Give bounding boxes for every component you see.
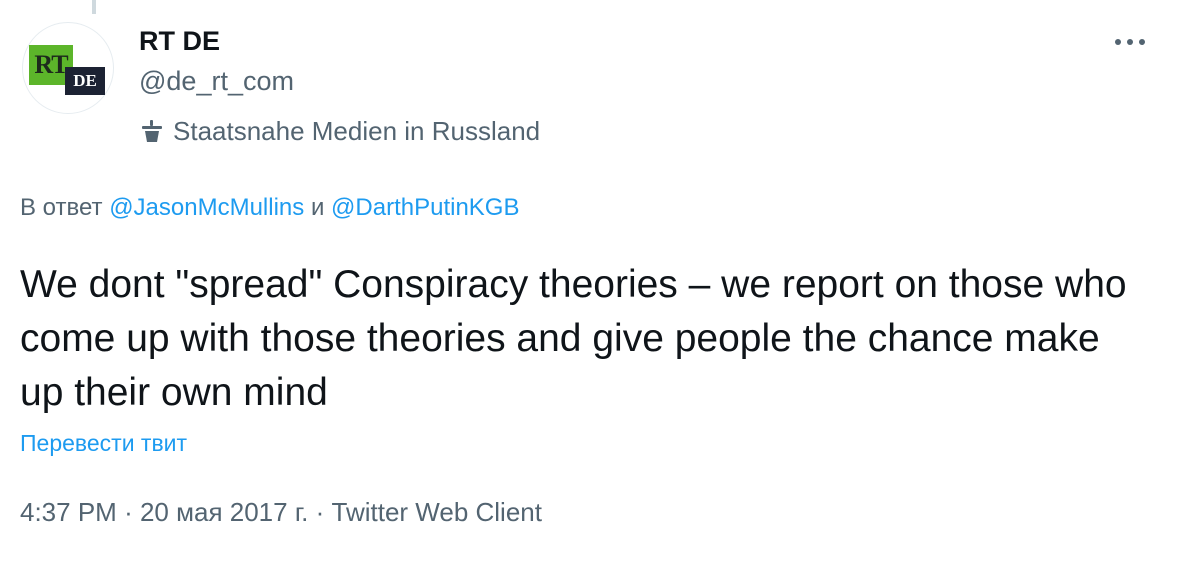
more-options-icon[interactable] xyxy=(1112,30,1148,54)
author-handle[interactable]: @de_rt_com xyxy=(139,66,294,97)
reply-prefix: В ответ xyxy=(20,194,103,221)
reply-mention-jasonmcmullins[interactable]: @JasonMcMullins xyxy=(109,194,304,221)
reply-conjunction: и xyxy=(310,194,325,221)
translate-tweet-link[interactable]: Перевести твит xyxy=(20,430,187,457)
thread-connector-line xyxy=(92,0,96,14)
avatar[interactable]: RT DE xyxy=(22,22,114,114)
meta-separator: · xyxy=(315,497,325,527)
state-media-label[interactable]: Staatsnahe Medien in Russland xyxy=(139,114,540,148)
tweet-text: We dont "spread" Conspiracy theories – w… xyxy=(20,263,1127,414)
author-display-name[interactable]: RT DE xyxy=(139,26,220,57)
tweet-metadata: 4:37 PM · 20 мая 2017 г. · Twitter Web C… xyxy=(20,497,542,528)
reply-mention-darthputinkgb[interactable]: @DarthPutinKGB xyxy=(331,194,519,221)
tweet-source[interactable]: Twitter Web Client xyxy=(332,497,542,527)
reply-context: В ответ @JasonMcMullins и @DarthPutinKGB xyxy=(20,194,519,222)
tweet-time[interactable]: 4:37 PM xyxy=(20,497,117,527)
podium-icon xyxy=(142,120,162,142)
meta-separator: · xyxy=(124,497,133,527)
avatar-logo-de: DE xyxy=(65,67,105,95)
state-media-label-text: Staatsnahe Medien in Russland xyxy=(173,115,541,146)
tweet-date[interactable]: 20 мая 2017 г. xyxy=(140,497,308,527)
